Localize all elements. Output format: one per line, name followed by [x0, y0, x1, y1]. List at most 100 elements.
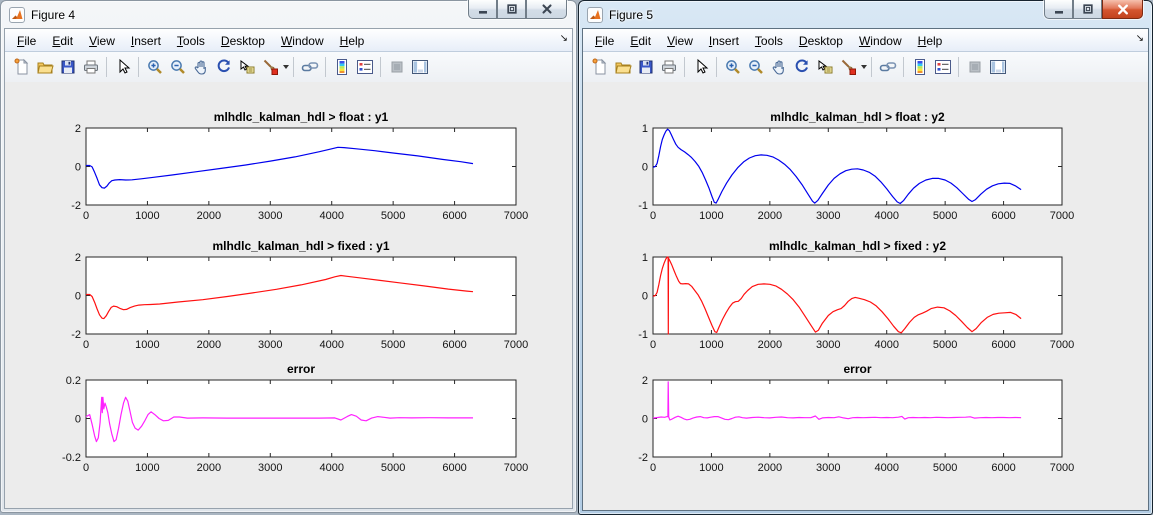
close-button[interactable] — [1102, 0, 1143, 19]
pan-button[interactable] — [189, 56, 212, 79]
menu-item-desktop[interactable]: Desktop — [213, 31, 273, 50]
svg-text:4000: 4000 — [874, 462, 898, 474]
link-plot-button[interactable] — [298, 56, 321, 79]
svg-text:5000: 5000 — [381, 210, 405, 222]
toolbar-separator — [293, 57, 294, 77]
legend-button[interactable] — [353, 56, 376, 79]
figure-canvas-area: 0 1000 2000 3000 4000 5000 6000 7000 -2 0 2 mlhdlc_… — [5, 82, 572, 508]
svg-text:-0.2: -0.2 — [62, 452, 81, 464]
cursor-button[interactable] — [689, 56, 712, 79]
zoom-in-button[interactable] — [721, 56, 744, 79]
cursor-icon — [119, 58, 130, 74]
link-plot-button[interactable] — [876, 56, 899, 79]
open-folder-button[interactable] — [611, 56, 634, 79]
matlab-logo-icon — [587, 6, 603, 23]
zoom-in-button[interactable] — [143, 56, 166, 79]
brush-button[interactable] — [258, 56, 281, 79]
close-icon — [1117, 4, 1128, 14]
menu-item-help[interactable]: Help — [332, 31, 373, 50]
figure-content: File Edit View Insert Tools Desktop Window Help… — [582, 28, 1149, 511]
print-icon — [83, 60, 98, 74]
svg-text:3000: 3000 — [258, 210, 282, 222]
svg-text:2000: 2000 — [197, 462, 221, 474]
legend-button[interactable] — [931, 56, 954, 79]
menu-item-window[interactable]: Window — [273, 31, 332, 50]
show-plot-tools-button[interactable] — [408, 56, 431, 79]
colorbar-button[interactable] — [330, 56, 353, 79]
brush-dropdown-arrow-icon[interactable] — [283, 65, 289, 69]
zoom-out-button[interactable] — [744, 56, 767, 79]
menu-item-tools[interactable]: Tools — [169, 31, 213, 50]
restore-icon — [506, 4, 517, 14]
show-plot-tools-icon — [989, 60, 1006, 74]
menu-item-edit[interactable]: Edit — [622, 31, 659, 50]
restore-button[interactable] — [1073, 0, 1102, 19]
svg-text:error: error — [287, 362, 315, 376]
menu-overflow-arrow[interactable]: ↘ — [1136, 33, 1144, 45]
cursor-button[interactable] — [111, 56, 134, 79]
svg-text:3000: 3000 — [816, 462, 840, 474]
link-plot-icon — [879, 62, 896, 72]
svg-text:3000: 3000 — [258, 339, 282, 351]
menu-item-tools[interactable]: Tools — [747, 31, 791, 50]
save-button[interactable] — [56, 56, 79, 79]
data-cursor-button[interactable] — [813, 56, 836, 79]
menu-item-view[interactable]: View — [659, 31, 701, 50]
data-cursor-icon — [240, 60, 254, 74]
svg-text:3000: 3000 — [816, 339, 840, 351]
zoom-out-button[interactable] — [166, 56, 189, 79]
menu-item-insert[interactable]: Insert — [701, 31, 747, 50]
new-document-button[interactable] — [10, 56, 33, 79]
open-folder-button[interactable] — [33, 56, 56, 79]
menu-overflow-arrow[interactable]: ↘ — [560, 33, 568, 45]
svg-text:7000: 7000 — [1050, 210, 1074, 222]
minimize-button[interactable] — [1044, 0, 1073, 19]
restore-button[interactable] — [497, 0, 526, 19]
svg-text:2: 2 — [75, 123, 81, 135]
brush-icon — [263, 59, 278, 75]
show-plot-tools-button[interactable] — [986, 56, 1009, 79]
open-folder-icon — [36, 62, 54, 74]
brush-dropdown-arrow-icon[interactable] — [861, 65, 867, 69]
svg-text:0: 0 — [83, 339, 89, 351]
svg-text:5000: 5000 — [933, 339, 957, 351]
colorbar-button[interactable] — [908, 56, 931, 79]
svg-text:7000: 7000 — [1050, 339, 1074, 351]
new-document-button[interactable] — [588, 56, 611, 79]
save-icon — [61, 60, 74, 74]
print-button[interactable] — [79, 56, 102, 79]
svg-text:mlhdlc_kalman_hdl > float : y2: mlhdlc_kalman_hdl > float : y2 — [770, 110, 945, 124]
open-folder-icon — [614, 62, 632, 74]
menu-item-window[interactable]: Window — [851, 31, 910, 50]
print-button[interactable] — [657, 56, 680, 79]
svg-text:1000: 1000 — [135, 339, 159, 351]
close-button[interactable] — [526, 0, 567, 19]
svg-text:7000: 7000 — [1050, 462, 1074, 474]
svg-text:0: 0 — [650, 339, 656, 351]
svg-text:mlhdlc_kalman_hdl > fixed : y2: mlhdlc_kalman_hdl > fixed : y2 — [769, 239, 946, 253]
figure5-plots: 0 1000 2000 3000 4000 5000 6000 7000-101mlhdlc_… — [638, 110, 1074, 474]
menu-item-desktop[interactable]: Desktop — [791, 31, 851, 50]
svg-text:1000: 1000 — [699, 339, 723, 351]
data-cursor-button[interactable] — [235, 56, 258, 79]
brush-button[interactable] — [836, 56, 859, 79]
svg-text:-2: -2 — [71, 200, 81, 212]
rotate-3d-button[interactable] — [790, 56, 813, 79]
menu-item-help[interactable]: Help — [910, 31, 951, 50]
minimize-button[interactable] — [468, 0, 497, 19]
pan-button[interactable] — [767, 56, 790, 79]
close-icon — [541, 4, 552, 14]
menu-item-file[interactable]: File — [587, 31, 622, 50]
svg-text:2000: 2000 — [197, 210, 221, 222]
menu-item-insert[interactable]: Insert — [123, 31, 169, 50]
svg-text:7000: 7000 — [504, 462, 528, 474]
svg-text:0: 0 — [650, 210, 656, 222]
rotate-3d-button[interactable] — [212, 56, 235, 79]
save-button[interactable] — [634, 56, 657, 79]
zoom-in-icon — [725, 60, 740, 74]
menu-item-edit[interactable]: Edit — [44, 31, 81, 50]
hide-plot-tools-button[interactable] — [963, 56, 986, 79]
menu-item-view[interactable]: View — [81, 31, 123, 50]
hide-plot-tools-button[interactable] — [385, 56, 408, 79]
menu-item-file[interactable]: File — [9, 31, 44, 50]
